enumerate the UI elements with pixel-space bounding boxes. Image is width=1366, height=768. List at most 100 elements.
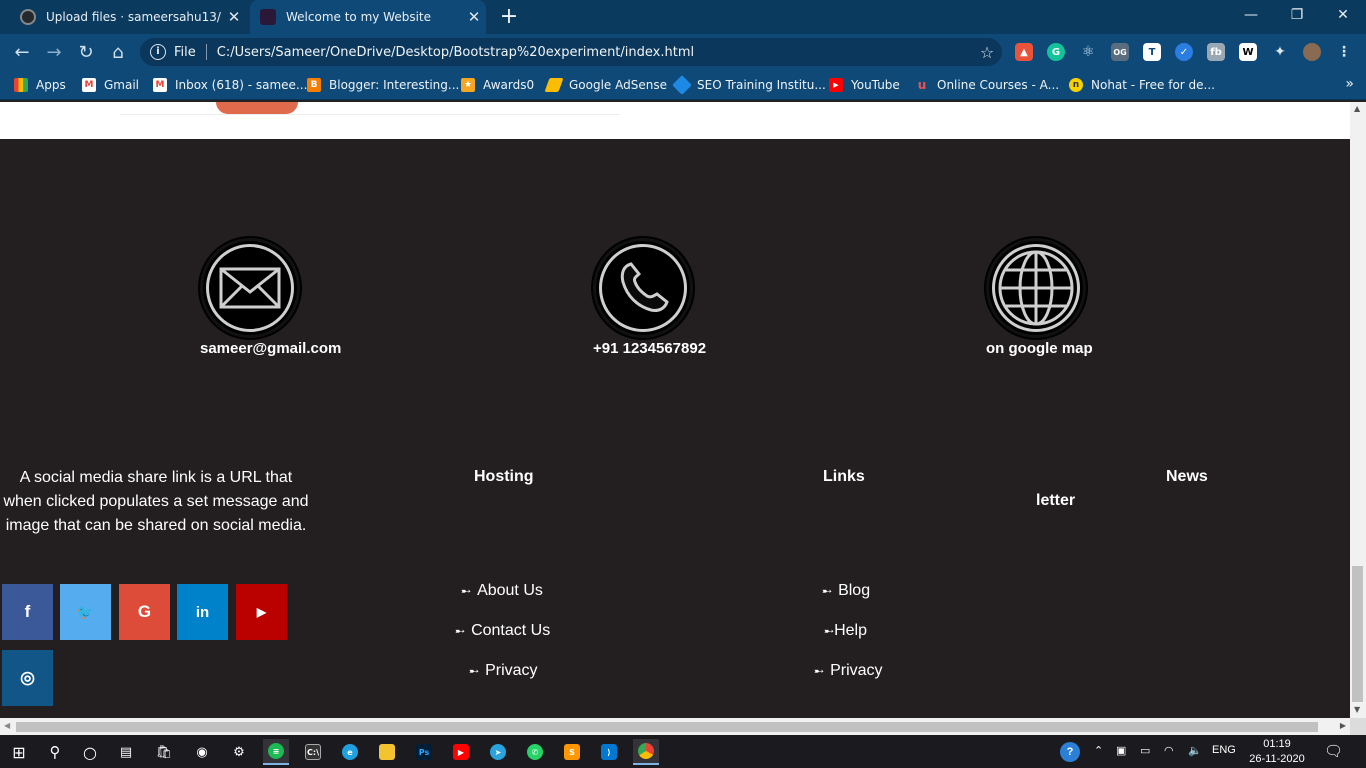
url-scheme: File [174, 44, 196, 60]
scroll-down-icon[interactable]: ▼ [1354, 705, 1360, 714]
sublime-icon[interactable]: S [559, 739, 585, 765]
footer-link-blog[interactable]: ➸ Blog [822, 582, 870, 600]
instagram-button[interactable]: ◎ [2, 650, 53, 706]
scroll-thumb[interactable] [16, 722, 1318, 732]
og-extension-icon[interactable]: OG [1111, 43, 1129, 61]
site-info-icon[interactable]: i [150, 44, 166, 60]
avatar[interactable] [1303, 43, 1321, 61]
facebook-button[interactable]: f [2, 584, 53, 640]
youtube-icon: ▶ [256, 605, 267, 619]
clock-date: 26-11-2020 [1249, 753, 1305, 765]
menu-dots-icon[interactable]: ⋮ [1335, 43, 1353, 61]
battery-icon[interactable]: ▭ [1140, 744, 1150, 757]
footer-link-contact[interactable]: ➸ Contact Us [455, 622, 550, 640]
footer-link-help[interactable]: ➸Help [824, 622, 867, 640]
windows-start-icon[interactable]: ⊞ [6, 739, 32, 765]
spotify-icon[interactable]: ≡ [263, 739, 289, 765]
help-icon[interactable]: ? [1060, 742, 1080, 762]
bookmark-star-icon[interactable]: ☆ [972, 43, 1002, 62]
site-favicon-icon [260, 9, 276, 25]
t-extension-icon[interactable]: T [1143, 43, 1161, 61]
scroll-right-icon[interactable]: ▶ [1340, 721, 1346, 730]
scroll-up-icon[interactable]: ▲ [1354, 104, 1360, 113]
close-window-button[interactable]: ✕ [1320, 0, 1366, 30]
wifi-icon[interactable]: ◠ [1164, 744, 1174, 757]
whatsapp-icon[interactable]: ✆ [522, 739, 548, 765]
bookmark-blogger[interactable]: B Blogger: Interesting... [307, 76, 459, 94]
map-text: on google map [986, 340, 1093, 357]
show-hidden-icons-icon[interactable]: ⌃ [1094, 744, 1103, 757]
browser-toolbar: ← → ↻ ⌂ i File C:/Users/Sameer/OneDrive/… [0, 34, 1366, 70]
new-tab-button[interactable]: + [498, 4, 520, 29]
horizontal-scrollbar[interactable]: ◀ ▶ [0, 718, 1350, 735]
footer-link-privacy-2[interactable]: ➸ Privacy [814, 662, 883, 680]
newsletter-heading-part1: News [1166, 468, 1208, 485]
clock-time: 01:19 [1263, 738, 1291, 750]
vertical-scrollbar[interactable]: ▲ ▼ [1350, 102, 1366, 718]
restore-button[interactable]: ❐ [1274, 0, 1320, 30]
twitter-button[interactable]: 🐦 [60, 584, 111, 640]
youtube-button[interactable]: ▶ [236, 584, 287, 640]
google-button[interactable]: G [119, 584, 170, 640]
volume-icon[interactable]: 🔈 [1188, 744, 1202, 757]
windows-taskbar: ⊞ ⚲ ○ ▤ 🛍 ◉ ⚙ ≡ C:\ e Ps ▶ ➤ ✆ S ⟩ ? ⌃ ▣… [0, 735, 1366, 768]
task-view-icon[interactable]: ▤ [113, 739, 139, 765]
seo-icon [672, 75, 692, 95]
bookmark-seo[interactable]: SEO Training Institu... [672, 75, 826, 95]
puzzle-icon[interactable]: ✦ [1271, 43, 1289, 61]
bookmark-gmail[interactable]: M Gmail [82, 76, 139, 94]
footer-link-privacy[interactable]: ➸ Privacy [469, 662, 538, 680]
close-tab-icon[interactable]: ✕ [462, 8, 486, 26]
back-arrow-icon[interactable]: ← [10, 40, 34, 64]
url-text[interactable]: C:/Users/Sameer/OneDrive/Desktop/Bootstr… [217, 45, 972, 60]
file-explorer-icon[interactable] [374, 739, 400, 765]
store-icon[interactable]: 🛍 [151, 739, 177, 765]
vscode-icon[interactable]: ⟩ [596, 739, 622, 765]
language-indicator[interactable]: ENG [1212, 744, 1236, 756]
bookmark-inbox[interactable]: M Inbox (618) - samee... [153, 76, 307, 94]
photoshop-icon[interactable]: Ps [411, 739, 437, 765]
tab-welcome[interactable]: Welcome to my Website ✕ [250, 0, 486, 34]
extension-icon[interactable]: ▲ [1015, 43, 1033, 61]
scroll-left-icon[interactable]: ◀ [4, 721, 10, 730]
settings-gear-icon[interactable]: ⚙ [226, 739, 252, 765]
contact-map[interactable]: on google map [986, 238, 1146, 357]
check-extension-icon[interactable]: ✓ [1175, 43, 1193, 61]
footer-link-about[interactable]: ➸ About Us [461, 582, 543, 600]
contact-email[interactable]: sameer@gmail.com [200, 238, 360, 357]
terminal-icon[interactable]: C:\ [300, 739, 326, 765]
bookmark-udemy[interactable]: u Online Courses - A... [915, 76, 1059, 94]
minimize-button[interactable]: — [1228, 0, 1274, 30]
react-devtools-icon[interactable]: ⚛ [1079, 43, 1097, 61]
chrome-icon[interactable] [633, 739, 659, 765]
tab-upload-files[interactable]: Upload files · sameersahu13/Boo ✕ [0, 0, 246, 34]
bookmark-awards[interactable]: ★ Awards0 [461, 76, 534, 94]
search-icon[interactable]: ⚲ [42, 739, 68, 765]
address-bar[interactable]: i File C:/Users/Sameer/OneDrive/Desktop/… [140, 38, 1002, 66]
edge-icon[interactable]: e [337, 739, 363, 765]
telegram-icon[interactable]: ➤ [485, 739, 511, 765]
grammarly-icon[interactable]: G [1047, 43, 1065, 61]
notifications-icon[interactable]: 🗨 [1324, 742, 1343, 760]
fb-extension-icon[interactable]: fb [1207, 43, 1225, 61]
bookmark-adsense[interactable]: Google AdSense [544, 76, 667, 94]
bookmark-apps[interactable]: Apps [14, 76, 66, 94]
linkedin-button[interactable]: in [177, 584, 228, 640]
more-bookmarks-icon[interactable]: » [1345, 76, 1354, 92]
media-player-icon[interactable]: ◉ [189, 739, 215, 765]
scroll-thumb[interactable] [1352, 566, 1363, 702]
reload-icon[interactable]: ↻ [74, 40, 98, 64]
meet-now-icon[interactable]: ▣ [1116, 744, 1126, 757]
home-icon[interactable]: ⌂ [106, 40, 130, 64]
youtube-icon: ▶ [829, 78, 843, 92]
cortana-icon[interactable]: ○ [77, 739, 103, 765]
bookmark-youtube[interactable]: ▶ YouTube [829, 76, 900, 94]
bookmark-nohat[interactable]: n Nohat - Free for de... [1069, 76, 1215, 94]
scrollbar-corner [1350, 718, 1366, 735]
w-extension-icon[interactable]: W [1239, 43, 1257, 61]
close-tab-icon[interactable]: ✕ [222, 8, 246, 26]
forward-arrow-icon[interactable]: → [42, 40, 66, 64]
contact-phone[interactable]: +91 1234567892 [593, 238, 753, 357]
clock[interactable]: 01:19 26-11-2020 [1246, 737, 1308, 767]
youtube-app-icon[interactable]: ▶ [448, 739, 474, 765]
